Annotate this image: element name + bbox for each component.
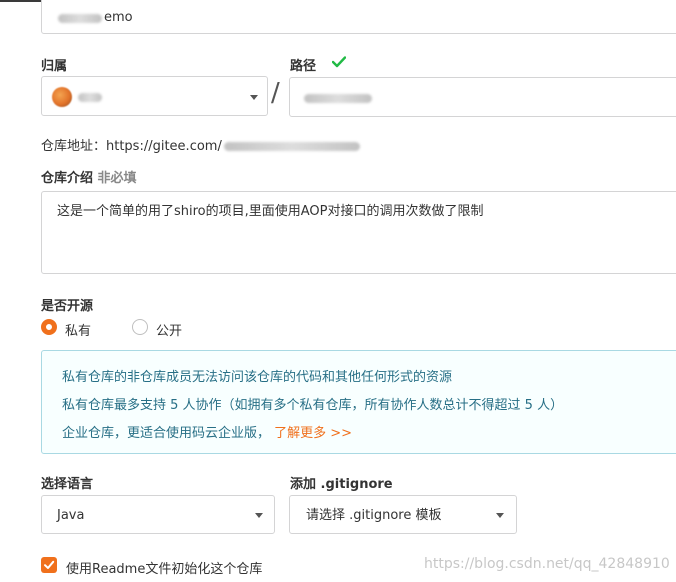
language-select[interactable]: Java	[41, 495, 275, 534]
path-input[interactable]	[289, 77, 676, 117]
create-repo-form: emo 归属 / 路径 仓库地址：https://gitee.com/ 仓库介绍…	[0, 0, 676, 582]
language-selected: Java	[57, 508, 85, 523]
radio-public[interactable]: 公开	[132, 319, 212, 339]
check-icon	[332, 56, 346, 68]
checkmark-icon	[44, 560, 55, 569]
owner-label: 归属	[41, 59, 68, 74]
description-label-text: 仓库介绍	[41, 171, 94, 186]
learn-more-link[interactable]: 了解更多 >>	[274, 426, 352, 441]
notice-line-1: 私有仓库的非仓库成员无法访问该仓库的代码和其他任何形式的资源	[62, 370, 453, 385]
chevron-down-icon	[496, 513, 504, 518]
notice-line-3: 企业仓库，更适合使用码云企业版， 了解更多 >>	[62, 422, 352, 441]
owner-select[interactable]	[41, 76, 268, 116]
private-repo-notice: 私有仓库的非仓库成员无法访问该仓库的代码和其他任何形式的资源 私有仓库最多支持 …	[41, 350, 676, 454]
description-label: 仓库介绍 非必填	[41, 167, 137, 186]
radio-private-label: 私有	[65, 324, 92, 339]
chevron-down-icon	[255, 513, 263, 518]
repo-name-redacted	[58, 14, 102, 23]
radio-private[interactable]: 私有	[41, 319, 121, 339]
repo-url-label: 仓库地址：https://gitee.com/	[41, 139, 222, 154]
open-source-label: 是否开源	[41, 299, 94, 314]
notice-line-3-text: 企业仓库，更适合使用码云企业版，	[62, 426, 271, 441]
path-label: 路径	[290, 59, 317, 74]
path-value-redacted	[304, 94, 372, 103]
radio-private-indicator[interactable]	[41, 319, 57, 335]
repo-name-input[interactable]: emo	[41, 0, 676, 34]
gitignore-selected: 请选择 .gitignore 模板	[306, 508, 442, 523]
repo-url-redacted	[223, 142, 360, 151]
repo-url-text: 仓库地址：https://gitee.com/	[41, 135, 360, 154]
chevron-down-icon	[250, 95, 258, 100]
radio-public-label: 公开	[156, 324, 183, 339]
path-separator: /	[271, 78, 280, 108]
description-value: 这是一个简单的用了shiro的项目,里面使用AOP对接口的调用次数做了限制	[57, 204, 484, 219]
readme-label[interactable]: 使用Readme文件初始化这个仓库	[66, 558, 262, 577]
repo-name-value-suffix: emo	[104, 10, 133, 25]
owner-avatar	[52, 87, 72, 107]
radio-public-indicator[interactable]	[132, 319, 148, 335]
description-textarea[interactable]: 这是一个简单的用了shiro的项目,里面使用AOP对接口的调用次数做了限制	[41, 191, 676, 274]
gitignore-select[interactable]: 请选择 .gitignore 模板	[289, 495, 517, 534]
readme-checkbox[interactable]	[41, 557, 57, 573]
optional-tag: 非必填	[97, 171, 137, 186]
gitignore-label: 添加 .gitignore	[290, 477, 393, 492]
owner-name-redacted	[78, 93, 102, 102]
watermark: https://blog.csdn.net/qq_42848910	[424, 556, 670, 572]
language-label: 选择语言	[41, 477, 94, 492]
notice-line-2: 私有仓库最多支持 5 人协作（如拥有多个私有仓库，所有协作人数总计不得超过 5 …	[62, 398, 564, 413]
